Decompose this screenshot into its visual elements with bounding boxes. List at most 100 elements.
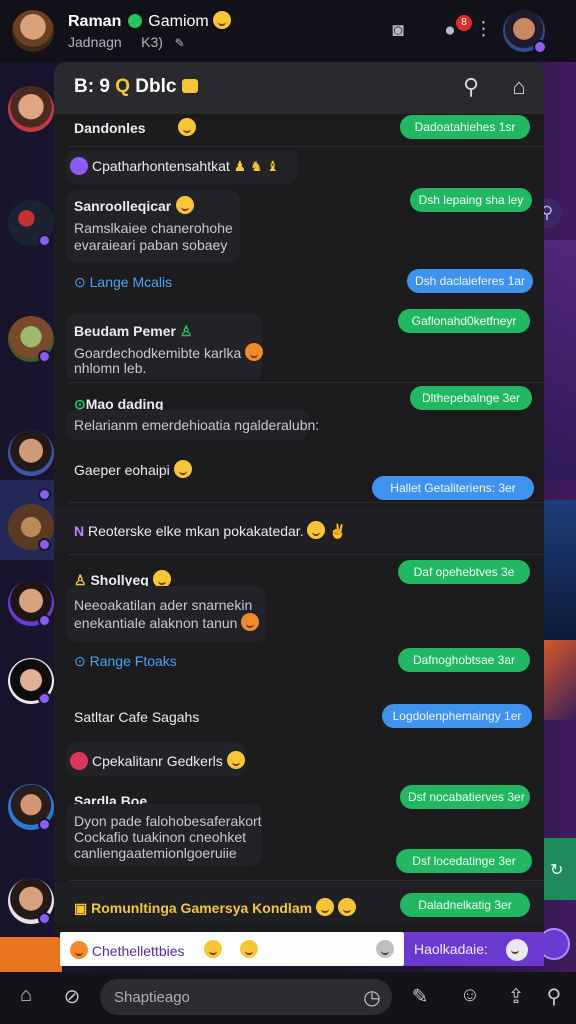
message-text: canliengaatemionlgoeruiie — [74, 845, 237, 861]
emoji-icon[interactable]: ☺ — [456, 984, 484, 1007]
bottom-bar: ⌂ ⊘ ◷ ✎ ☺ ⇪ ⚲ — [0, 972, 576, 1024]
smile-emoji-icon — [337, 898, 356, 916]
message-sender: Beudam Pemer ♙ — [74, 323, 193, 339]
message-bubble[interactable]: Gaflonahd0ketfneyr — [398, 309, 530, 333]
message-bubble[interactable]: Dlthepebalnge 3er — [410, 386, 532, 410]
message-text: Cockafio tuakinon cneohket — [74, 829, 246, 845]
message-text: Cpatharhontensahtkat ♟ ♞ ♝ — [70, 157, 279, 175]
message-input[interactable] — [114, 987, 354, 1007]
message-bubble[interactable]: Dsh daclaieferes 1ar — [407, 269, 533, 293]
message-sender: Satltar Cafe Sagahs — [74, 709, 200, 725]
divider — [68, 880, 544, 881]
smile-emoji-icon — [241, 613, 260, 631]
search-q-icon: Q — [115, 76, 130, 97]
status-badge-icon — [38, 488, 51, 501]
chat-title: Raman Gamiom — [68, 11, 232, 31]
message-sender: Gaeper eohaipi — [74, 460, 192, 478]
reaction-composer: Chethellettbies Haolkadaie: — [60, 932, 544, 966]
message-text: evaraieari paban sobaey — [74, 237, 228, 253]
status-badge-icon — [38, 614, 51, 627]
reaction-label: Chethellettbies — [70, 941, 185, 959]
upload-icon[interactable]: ⇪ — [502, 984, 530, 1009]
user-avatar[interactable] — [12, 10, 54, 52]
message-input-field[interactable]: ◷ — [100, 979, 392, 1015]
status-badge-icon — [38, 350, 51, 363]
game-thumbnail — [542, 640, 576, 720]
camera-icon[interactable]: ◙ — [384, 20, 412, 42]
message-text: Goardechodkemibte karlka — [74, 343, 264, 361]
home-icon[interactable]: ⌂ — [504, 72, 534, 102]
smile-emoji-icon — [307, 521, 326, 539]
divider — [68, 554, 544, 555]
message-bubble[interactable]: Dsh lepaing sha ley — [410, 188, 532, 212]
smile-emoji-icon — [245, 343, 264, 361]
mic-icon[interactable]: ⚲ — [540, 984, 568, 1009]
message-text: Ramslkaiee chanerohohe — [74, 220, 233, 236]
search-icon[interactable]: ⚲ — [456, 72, 486, 102]
verified-badge-icon — [533, 40, 547, 54]
message-bubble[interactable]: Logdolenphemaingy 1er — [382, 704, 532, 728]
status-badge-icon — [38, 538, 51, 551]
status-badge-icon — [38, 818, 51, 831]
smile-emoji-icon — [213, 11, 232, 29]
message-bubble[interactable]: Daladnelkatig 3er — [400, 893, 530, 917]
status-badge-icon — [38, 692, 51, 705]
contact-avatar[interactable] — [8, 86, 54, 132]
heart-icon — [181, 79, 198, 93]
status-badge-icon — [38, 912, 51, 925]
top-bar: Raman Gamiom Jadnagn K3) ✎ ◙ ● 8 ⋮ — [0, 0, 576, 62]
online-status-icon — [127, 14, 142, 28]
chat-panel: B: 9 Q Dblc ⚲ ⌂ Dandonles Dadoatahiehes … — [54, 62, 544, 940]
surprised-emoji-icon — [506, 939, 528, 961]
message-bubble[interactable]: Dadoatahiehes 1sr — [400, 115, 530, 139]
smile-emoji-icon — [70, 941, 88, 959]
message-text: Relarianm emerdehioatia ngalderalubn: — [74, 417, 320, 433]
reaction-send[interactable]: Haolkadaie: — [404, 932, 544, 966]
message-text: enekantiale alaknon tanun — [74, 613, 260, 631]
reaction-send-label: Haolkadaie: — [414, 941, 488, 957]
laugh-emoji-icon[interactable] — [204, 940, 222, 958]
neutral-emoji-icon[interactable] — [376, 940, 394, 958]
message-sender: Sanroolleqicar — [74, 198, 172, 214]
section-link[interactable]: ⊙ Lange Mcalis — [74, 274, 172, 291]
pen-icon[interactable]: ✎ — [406, 984, 434, 1009]
smile-emoji-icon — [226, 751, 245, 769]
chat-subtitle: Jadnagn K3) ✎ — [68, 34, 185, 50]
more-options-icon[interactable]: ⋮ — [474, 18, 493, 41]
section-link[interactable]: ⊙ Range Ftoaks — [74, 653, 177, 670]
wink-emoji-icon[interactable] — [240, 940, 258, 958]
divider — [68, 382, 544, 383]
message-text: N Reoterske elke mkan pokakatedar. ✌ — [74, 521, 347, 539]
message-text: Dyon pade falohobesaferakort — [74, 813, 262, 829]
divider — [68, 502, 544, 503]
panel-title: B: 9 Q Dblc — [74, 76, 198, 98]
clock-icon[interactable]: ◷ — [358, 985, 386, 1010]
message-sender: Dandonles — [74, 120, 146, 136]
contact-column — [0, 62, 62, 1024]
message-text: nhlomn leb. — [74, 360, 147, 376]
refresh-icon: ↻ — [550, 862, 564, 879]
profile-avatar[interactable] — [503, 10, 547, 54]
red-status-icon — [70, 752, 88, 770]
message-bubble[interactable]: Dafnoghobtsae 3ar — [398, 648, 530, 672]
message-bubble[interactable]: Hallet Getaliteriens: 3er — [372, 476, 534, 500]
smile-emoji-icon — [173, 460, 192, 478]
compass-icon[interactable]: ⊘ — [58, 984, 86, 1009]
divider — [68, 146, 544, 147]
smile-emoji-icon — [178, 118, 196, 136]
message-bubble[interactable]: Dsf nocabatierves 3er — [400, 785, 530, 809]
reaction-bar[interactable]: Chethellettbies — [60, 932, 404, 966]
message-bubble[interactable]: Dsf locedatinge 3er — [396, 849, 532, 873]
home-nav-icon[interactable]: ⌂ — [12, 984, 40, 1007]
message-text: ▣ Romunltinga Gamersya Kondlam — [74, 898, 356, 917]
message-bubble[interactable]: Daf opehebtves 3e — [398, 560, 530, 584]
side-action[interactable]: ↻ — [542, 838, 576, 900]
purple-status-icon — [70, 157, 88, 175]
contact-avatar[interactable] — [8, 430, 54, 476]
message-text: Cpekalitanr Gedkerls — [70, 751, 245, 770]
message-text: Neeoakatilan ader snarnekin — [74, 597, 253, 613]
smile-emoji-icon — [176, 196, 194, 214]
status-badge-icon — [38, 234, 51, 247]
panel-header: B: 9 Q Dblc ⚲ ⌂ — [54, 62, 544, 114]
smile-emoji-icon — [315, 898, 334, 916]
